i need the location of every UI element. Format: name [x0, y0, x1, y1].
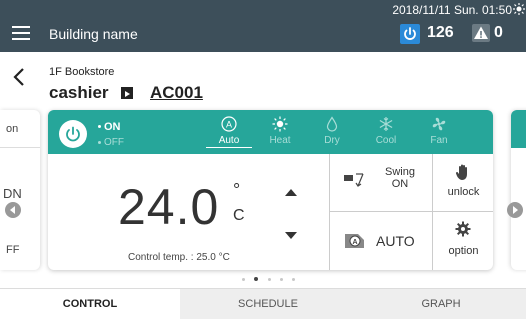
temperature-unit: C	[233, 207, 245, 224]
on-label[interactable]: ON	[104, 121, 121, 133]
device-name: cashier	[49, 83, 109, 102]
gear-icon	[455, 221, 471, 237]
next-device-card[interactable]	[511, 110, 526, 270]
on-count: 126	[427, 24, 454, 41]
svg-text:A: A	[226, 120, 232, 130]
temperature-degree: °	[233, 180, 241, 200]
page-dot[interactable]	[280, 278, 283, 281]
mode-fan-button[interactable]: Fan	[416, 114, 462, 154]
prev-arrow-icon[interactable]	[5, 202, 21, 218]
mode-auto-button[interactable]: A Auto	[206, 114, 252, 154]
on-indicator-dot	[98, 125, 101, 128]
mode-dry-label: Dry	[324, 135, 340, 146]
prev-card-label-mid: DN	[3, 186, 22, 201]
fan-speed-button[interactable]: A AUTO	[330, 212, 433, 270]
warning-count: 0	[494, 24, 503, 41]
tab-schedule[interactable]: SCHEDULE	[180, 289, 356, 319]
prev-card-label-bottom: FF	[6, 244, 20, 256]
device-id-link[interactable]: AC001	[150, 83, 203, 103]
option-button[interactable]: option	[433, 212, 493, 270]
prev-device-card[interactable]: on DN FF	[0, 110, 40, 270]
warning-icon[interactable]	[472, 24, 490, 42]
unlock-label: unlock	[447, 186, 480, 198]
mode-bar: ON OFF A Auto Heat Dry Cool Fan	[48, 110, 493, 154]
option-label: option	[448, 245, 479, 257]
swing-state: ON	[391, 178, 409, 190]
page-dot[interactable]	[292, 278, 295, 281]
top-bar: Building name 2018/11/11 Sun. 01:50 126 …	[0, 0, 526, 52]
mode-heat-label: Heat	[269, 135, 291, 146]
mode-fan-label: Fan	[430, 135, 448, 146]
swing-label: Swing ON	[385, 166, 415, 190]
temp-up-arrow-icon[interactable]	[285, 189, 297, 196]
hand-unlock-icon	[455, 164, 467, 180]
control-grid: Swing ON unlock A AUTO option	[329, 154, 493, 270]
droplet-icon	[326, 116, 338, 132]
tab-graph[interactable]: GRAPH	[356, 289, 526, 319]
floor-label: 1F Bookstore	[49, 66, 115, 78]
auto-mode-icon: A	[221, 116, 237, 132]
page-dot[interactable]	[242, 278, 245, 281]
sun-icon	[272, 116, 288, 132]
snowflake-icon	[379, 117, 393, 131]
next-arrow-icon[interactable]	[507, 202, 523, 218]
mode-dry-button[interactable]: Dry	[309, 114, 355, 154]
fan-icon	[432, 117, 446, 131]
device-control-card: ON OFF A Auto Heat Dry Cool Fan 24.0 ° C…	[48, 110, 493, 270]
prev-card-label-top: on	[6, 123, 19, 135]
temp-down-arrow-icon[interactable]	[285, 232, 297, 239]
power-on-status-icon[interactable]	[400, 24, 420, 44]
app-root: Building name 2018/11/11 Sun. 01:50 126 …	[0, 0, 526, 319]
page-dot[interactable]	[268, 278, 271, 281]
mode-heat-button[interactable]: Heat	[257, 114, 303, 154]
mode-cool-label: Cool	[375, 135, 397, 146]
svg-text:A: A	[352, 239, 357, 246]
unlock-button[interactable]: unlock	[433, 154, 493, 212]
fan-speed-icon: A	[345, 234, 364, 248]
weather-sun-icon	[513, 3, 525, 15]
back-chevron-icon[interactable]	[8, 64, 30, 90]
louver-swing-icon	[344, 173, 364, 187]
bottom-tab-bar: CONTROL SCHEDULE GRAPH	[0, 288, 526, 319]
control-temperature-label: Control temp. : 25.0 °C	[128, 252, 230, 263]
swing-title: Swing	[385, 166, 415, 178]
mode-auto-label: Auto	[206, 135, 252, 148]
page-dot-active[interactable]	[254, 277, 258, 281]
swing-button[interactable]: Swing ON	[330, 154, 433, 212]
tab-control[interactable]: CONTROL	[0, 289, 180, 319]
menu-icon[interactable]	[12, 26, 30, 40]
datetime-display: 2018/11/11 Sun. 01:50	[392, 3, 512, 17]
off-label[interactable]: OFF	[104, 137, 124, 148]
off-indicator-dot	[98, 141, 101, 144]
building-name: Building name	[49, 26, 138, 42]
fan-speed-label: AUTO	[376, 233, 415, 249]
set-temperature: 24.0	[118, 179, 220, 235]
mode-cool-button[interactable]: Cool	[363, 114, 409, 154]
power-button[interactable]	[59, 120, 87, 148]
breadcrumb-arrow-icon	[121, 87, 133, 99]
page-indicator	[232, 277, 312, 284]
